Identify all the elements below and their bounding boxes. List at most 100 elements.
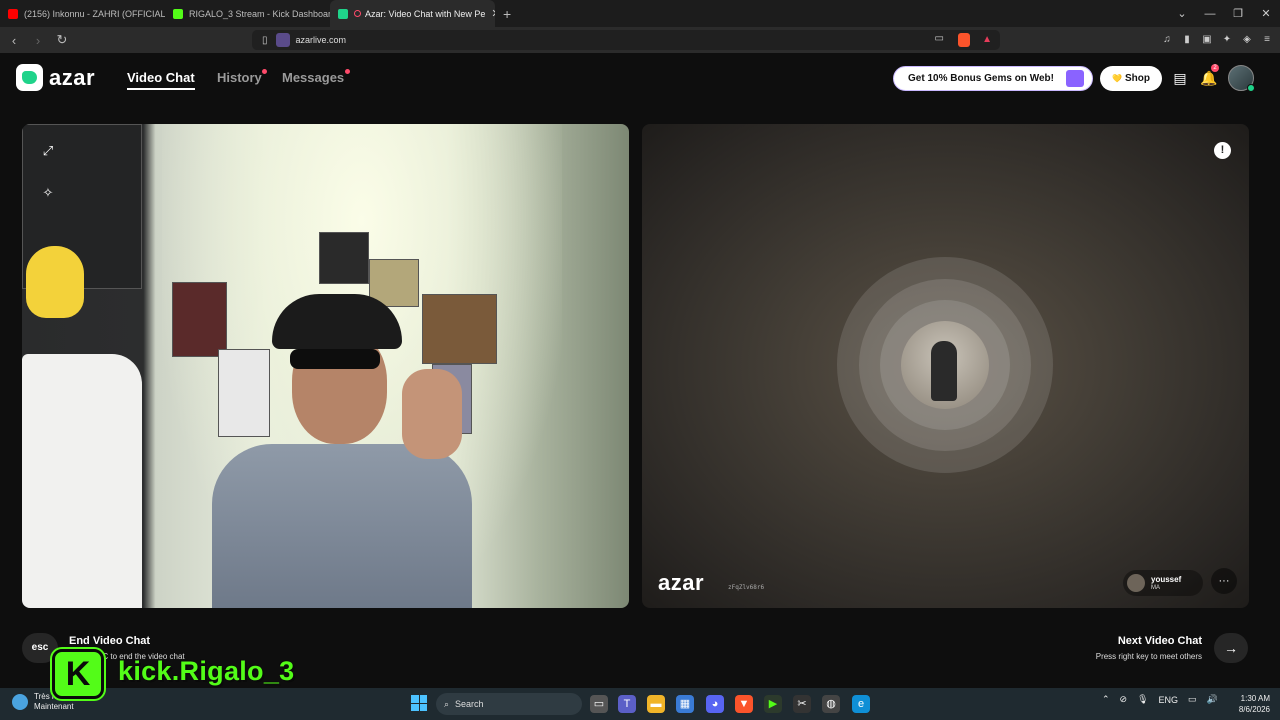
network-off-icon[interactable]: ⊘ xyxy=(1120,694,1128,705)
next-chat-title: Next Video Chat xyxy=(1117,635,1202,647)
display-icon[interactable]: ▭ xyxy=(1188,694,1197,705)
brave-shield-icon[interactable] xyxy=(958,33,970,47)
history-unread-dot xyxy=(262,69,267,74)
cast-icon[interactable]: ▭ xyxy=(935,33,944,44)
profile-avatar[interactable] xyxy=(1228,65,1255,92)
store-icon[interactable]: ▦ xyxy=(676,695,694,713)
vpn-icon[interactable]: ◈ xyxy=(1240,33,1254,47)
remote-video: ! azar zFqZlv68r6 youssef MA ··· xyxy=(642,124,1249,608)
azar-tab-icon xyxy=(338,8,348,19)
window-controls: ⌄ — ❐ ✕ xyxy=(1168,0,1280,27)
peer-name: youssef xyxy=(1151,574,1182,584)
tab-youtube[interactable]: (2156) Inkonnu - ZAHRI (OFFICIAL AU xyxy=(0,0,165,27)
address-bar[interactable]: ▯ azarlive.com ▲ ▭ xyxy=(252,30,1000,50)
task-view-icon[interactable]: ▭ xyxy=(590,695,608,713)
discord-icon[interactable]: ◕ xyxy=(706,695,724,713)
close-tab-icon[interactable]: ✕ xyxy=(485,7,495,20)
system-tray: ⌃ ⊘ 🎙 ENG ▭ 🔊 xyxy=(1102,694,1218,705)
peer-figure xyxy=(931,341,957,401)
local-video: ⤢ ✧ xyxy=(22,124,629,608)
teams-icon[interactable]: T xyxy=(618,695,636,713)
brave-rewards-icon[interactable]: ▲ xyxy=(982,34,992,45)
maximize-button[interactable]: ❐ xyxy=(1224,7,1252,20)
chat-bubble-icon[interactable]: ··· xyxy=(1211,568,1237,594)
kick-logo-letter: K xyxy=(65,654,91,693)
bookmark-icon[interactable]: ▯ xyxy=(262,35,268,46)
person-shirt xyxy=(212,444,472,608)
end-chat-title: End Video Chat xyxy=(69,635,151,647)
nav-messages[interactable]: Messages xyxy=(282,70,344,85)
microphone-icon[interactable]: 🎙 xyxy=(1137,694,1148,705)
wall-poster xyxy=(218,349,270,437)
capcut-icon[interactable]: ✂ xyxy=(793,695,811,713)
windows-taskbar xyxy=(0,688,1280,720)
taskbar-search[interactable]: ⌕ Search xyxy=(436,693,582,715)
person-hand xyxy=(402,369,462,459)
fullscreen-icon[interactable]: ⤢ xyxy=(38,141,58,161)
taskbar-clock[interactable]: 1:30 AM 8/6/2026 xyxy=(1234,693,1270,715)
shop-button[interactable]: 💛 Shop xyxy=(1100,66,1162,91)
gem-icon: 💛 xyxy=(1112,74,1122,83)
browser-extension-icons: ♫ ▮ ▣ ✦ ◈ ≡ xyxy=(1160,27,1274,53)
online-status-dot xyxy=(1247,84,1255,92)
weather-time: Maintenant xyxy=(34,702,74,711)
tray-overflow-icon[interactable]: ⌃ xyxy=(1102,694,1110,705)
minion-toy xyxy=(26,246,84,318)
reload-icon[interactable]: ↻ xyxy=(52,32,72,48)
site-info-icon[interactable] xyxy=(275,33,290,47)
minimize-button[interactable]: — xyxy=(1196,8,1224,20)
windows-start-icon[interactable] xyxy=(411,695,427,711)
sidebar-icon[interactable]: ▮ xyxy=(1180,33,1194,47)
magic-wand-icon[interactable]: ✧ xyxy=(38,183,58,203)
file-explorer-icon[interactable]: ▬ xyxy=(647,695,665,713)
hanging-jersey xyxy=(22,354,142,608)
search-icon: ⌕ xyxy=(444,698,450,709)
session-id: zFqZlv68r6 xyxy=(728,584,765,591)
browser-toolbar: ‹ › ↻ ▯ azarlive.com ▲ ▭ ♫ ▮ ▣ ✦ ◈ ≡ xyxy=(0,27,1280,53)
edge-icon[interactable]: e xyxy=(852,695,870,713)
media-icon[interactable]: ♫ xyxy=(1160,33,1174,47)
browser-tab-bar: (2156) Inkonnu - ZAHRI (OFFICIAL AU RIGA… xyxy=(0,0,1280,27)
tab-title: RIGALO_3 Stream - Kick Dashboard xyxy=(189,8,330,19)
notification-badge: 2 xyxy=(1211,64,1219,72)
report-icon[interactable]: ! xyxy=(1214,142,1231,159)
weather-icon xyxy=(12,694,28,710)
nav-history[interactable]: History xyxy=(217,70,262,85)
new-tab-button[interactable]: + xyxy=(495,6,519,22)
peer-profile-chip[interactable]: youssef MA xyxy=(1123,570,1203,596)
tab-title: Azar: Video Chat with New Pe xyxy=(365,8,486,19)
taskbar-search-label: Search xyxy=(455,699,484,709)
tab-search-icon[interactable]: ⌄ xyxy=(1168,7,1196,20)
leo-ai-icon[interactable]: ✦ xyxy=(1220,33,1234,47)
azar-logo[interactable]: azar xyxy=(16,64,95,91)
bonus-gems-button[interactable]: Get 10% Bonus Gems on Web! xyxy=(893,66,1093,91)
clock-time: 1:30 AM xyxy=(1240,694,1270,703)
shop-label: Shop xyxy=(1124,73,1150,84)
person-sunglasses xyxy=(290,349,380,369)
peer-country: MA xyxy=(1151,584,1160,591)
back-icon[interactable]: ‹ xyxy=(4,33,24,48)
inbox-icon[interactable]: ▤ xyxy=(1170,68,1190,88)
volume-icon[interactable]: 🔊 xyxy=(1207,694,1218,705)
peer-profile-photo xyxy=(901,321,989,409)
forward-icon[interactable]: › xyxy=(28,33,48,48)
youtube-icon xyxy=(8,8,18,19)
wall-poster xyxy=(172,282,227,357)
nav-video-chat[interactable]: Video Chat xyxy=(127,70,195,90)
recording-dot-icon xyxy=(354,10,361,17)
wallet-icon[interactable]: ▣ xyxy=(1200,33,1214,47)
azar-watermark: azar xyxy=(658,570,705,595)
gift-icon xyxy=(1066,70,1084,87)
language-indicator[interactable]: ENG xyxy=(1159,695,1179,705)
tab-azar[interactable]: Azar: Video Chat with New Pe ✕ xyxy=(330,0,495,27)
wall-poster xyxy=(319,232,369,284)
close-window-button[interactable]: ✕ xyxy=(1252,7,1280,20)
person-cap xyxy=(272,294,402,349)
brave-icon[interactable]: ▼ xyxy=(735,695,753,713)
menu-icon[interactable]: ≡ xyxy=(1260,33,1274,47)
next-chat-button[interactable]: → xyxy=(1214,633,1248,663)
tab-kick-dashboard[interactable]: RIGALO_3 Stream - Kick Dashboard xyxy=(165,0,330,27)
peer-avatar xyxy=(1127,574,1145,592)
obs-icon[interactable]: ◍ xyxy=(822,695,840,713)
kick-app-icon[interactable]: ▶ xyxy=(764,695,782,713)
